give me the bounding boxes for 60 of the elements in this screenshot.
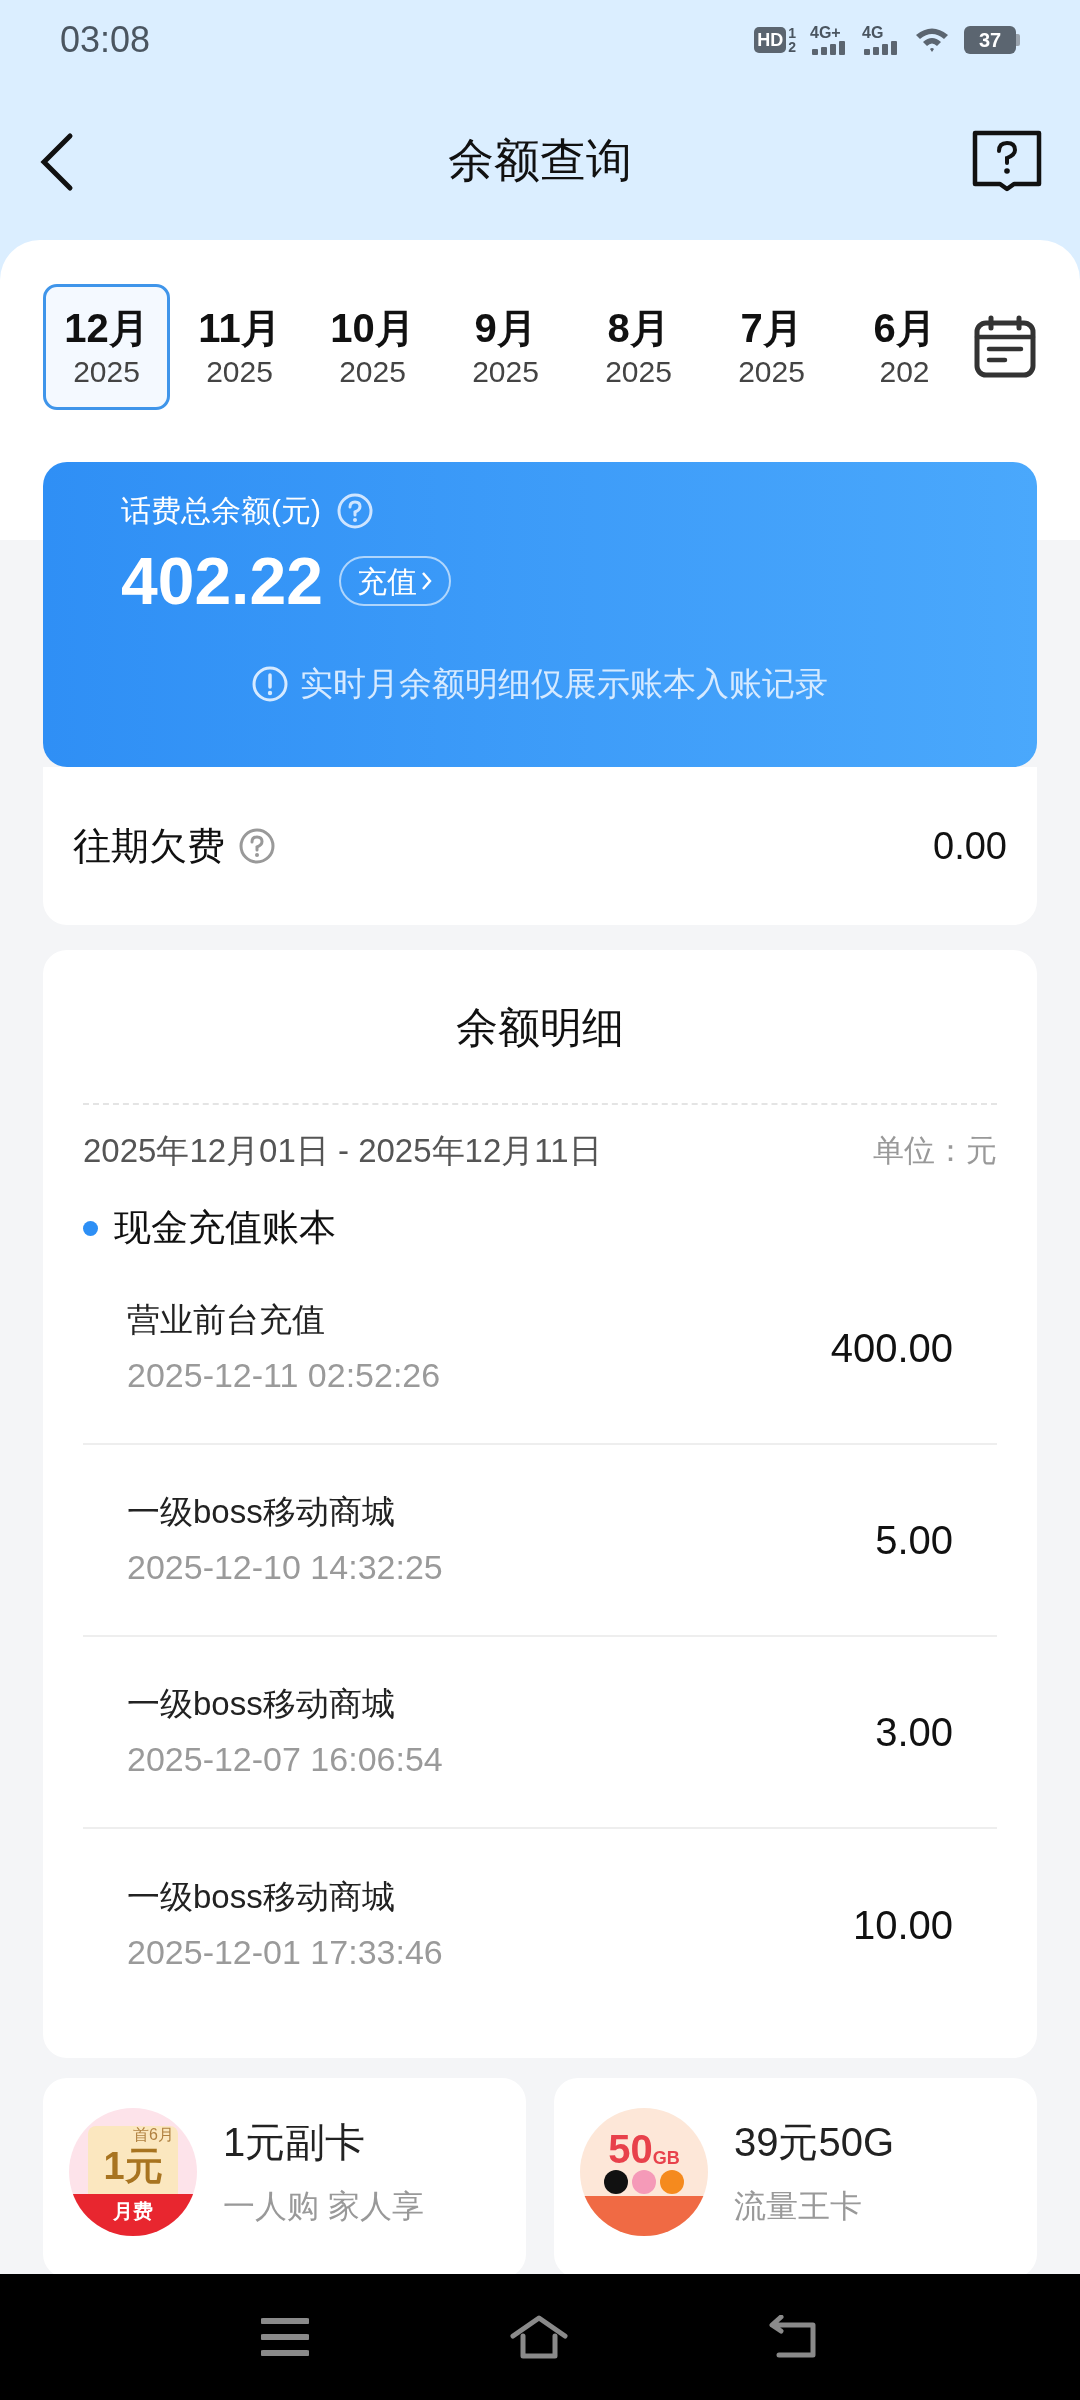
month-tab[interactable]: 12月 2025 (43, 284, 170, 410)
record-amount: 3.00 (875, 1709, 953, 1756)
record-amount: 400.00 (830, 1325, 953, 1372)
month-tab[interactable]: 7月 2025 (708, 284, 835, 410)
record-name: 一级boss移动商城 (127, 1491, 396, 1532)
badge-text: 50 (608, 2128, 653, 2170)
home-button[interactable] (509, 2314, 569, 2360)
back-nav-button[interactable] (769, 2315, 819, 2359)
network-type: 4G (862, 25, 884, 41)
record-time: 2025-12-07 16:06:54 (127, 1739, 443, 1781)
record-name: 营业前台充值 (127, 1299, 326, 1340)
app-icon (660, 2170, 684, 2194)
promo-subtitle: 流量王卡 (734, 2187, 863, 2226)
help-guide-button[interactable] (972, 130, 1042, 192)
battery-level: 37 (964, 26, 1016, 54)
promo-title: 1元副卡 (223, 2119, 367, 2166)
page-title: 余额查询 (448, 132, 632, 188)
notice-text: 实时月余额明细仅展示账本入账记录 (300, 664, 828, 704)
hd-badge: HD (754, 27, 787, 53)
arrears-amount: 0.00 (933, 823, 1007, 869)
badge-text: 1元 (103, 2144, 163, 2188)
status-time: 03:08 (60, 18, 151, 62)
chevron-icon (420, 570, 433, 592)
month-tab[interactable]: 8月 2025 (575, 284, 702, 410)
balance-label: 话费总余额(元) (121, 493, 321, 529)
unit-label: 单位：元 (873, 1131, 997, 1170)
month-tab[interactable]: 6月 202 (841, 284, 968, 410)
record-time: 2025-12-01 17:33:46 (127, 1932, 443, 1974)
promo-title: 39元50G (734, 2119, 895, 2166)
help-icon (239, 828, 275, 864)
record-time: 2025-12-10 14:32:25 (127, 1547, 443, 1589)
record-name: 一级boss移动商城 (127, 1876, 396, 1917)
record-amount: 10.00 (852, 1902, 953, 1949)
network-type: 4G+ (810, 25, 841, 41)
month-tab[interactable]: 11月 2025 (176, 284, 303, 410)
details-title: 余额明细 (83, 950, 997, 1105)
wifi-icon (914, 26, 950, 54)
record-name: 一级boss移动商城 (127, 1683, 396, 1724)
calendar-button[interactable] (973, 315, 1037, 379)
record-time: 2025-12-11 02:52:26 (127, 1355, 441, 1397)
record-amount: 5.00 (875, 1517, 953, 1564)
promo-subtitle: 一人购 家人享 (223, 2187, 424, 2226)
badge-text: GB (652, 2148, 680, 2170)
arrears-label: 往期欠费 (73, 823, 225, 869)
badge-text: 首6月 (133, 2126, 175, 2144)
date-range: 2025年12月01日 - 2025年12月11日 (83, 1131, 602, 1172)
section-title: 现金充值账本 (114, 1206, 336, 1251)
app-icon (604, 2170, 628, 2194)
sim-label: 2 (788, 40, 796, 54)
signal-icon (862, 41, 900, 55)
signal-icon (810, 41, 848, 55)
help-icon (337, 492, 373, 529)
month-tab[interactable]: 10月 2025 (309, 284, 436, 410)
balance-amount: 402.22 (121, 543, 323, 620)
month-tab[interactable]: 9月 2025 (442, 284, 569, 410)
app-icon (632, 2170, 656, 2194)
menu-button[interactable] (261, 2317, 309, 2357)
info-icon (252, 665, 288, 702)
sim-label: 1 (788, 26, 796, 40)
badge-text: 月费 (113, 2199, 153, 2224)
